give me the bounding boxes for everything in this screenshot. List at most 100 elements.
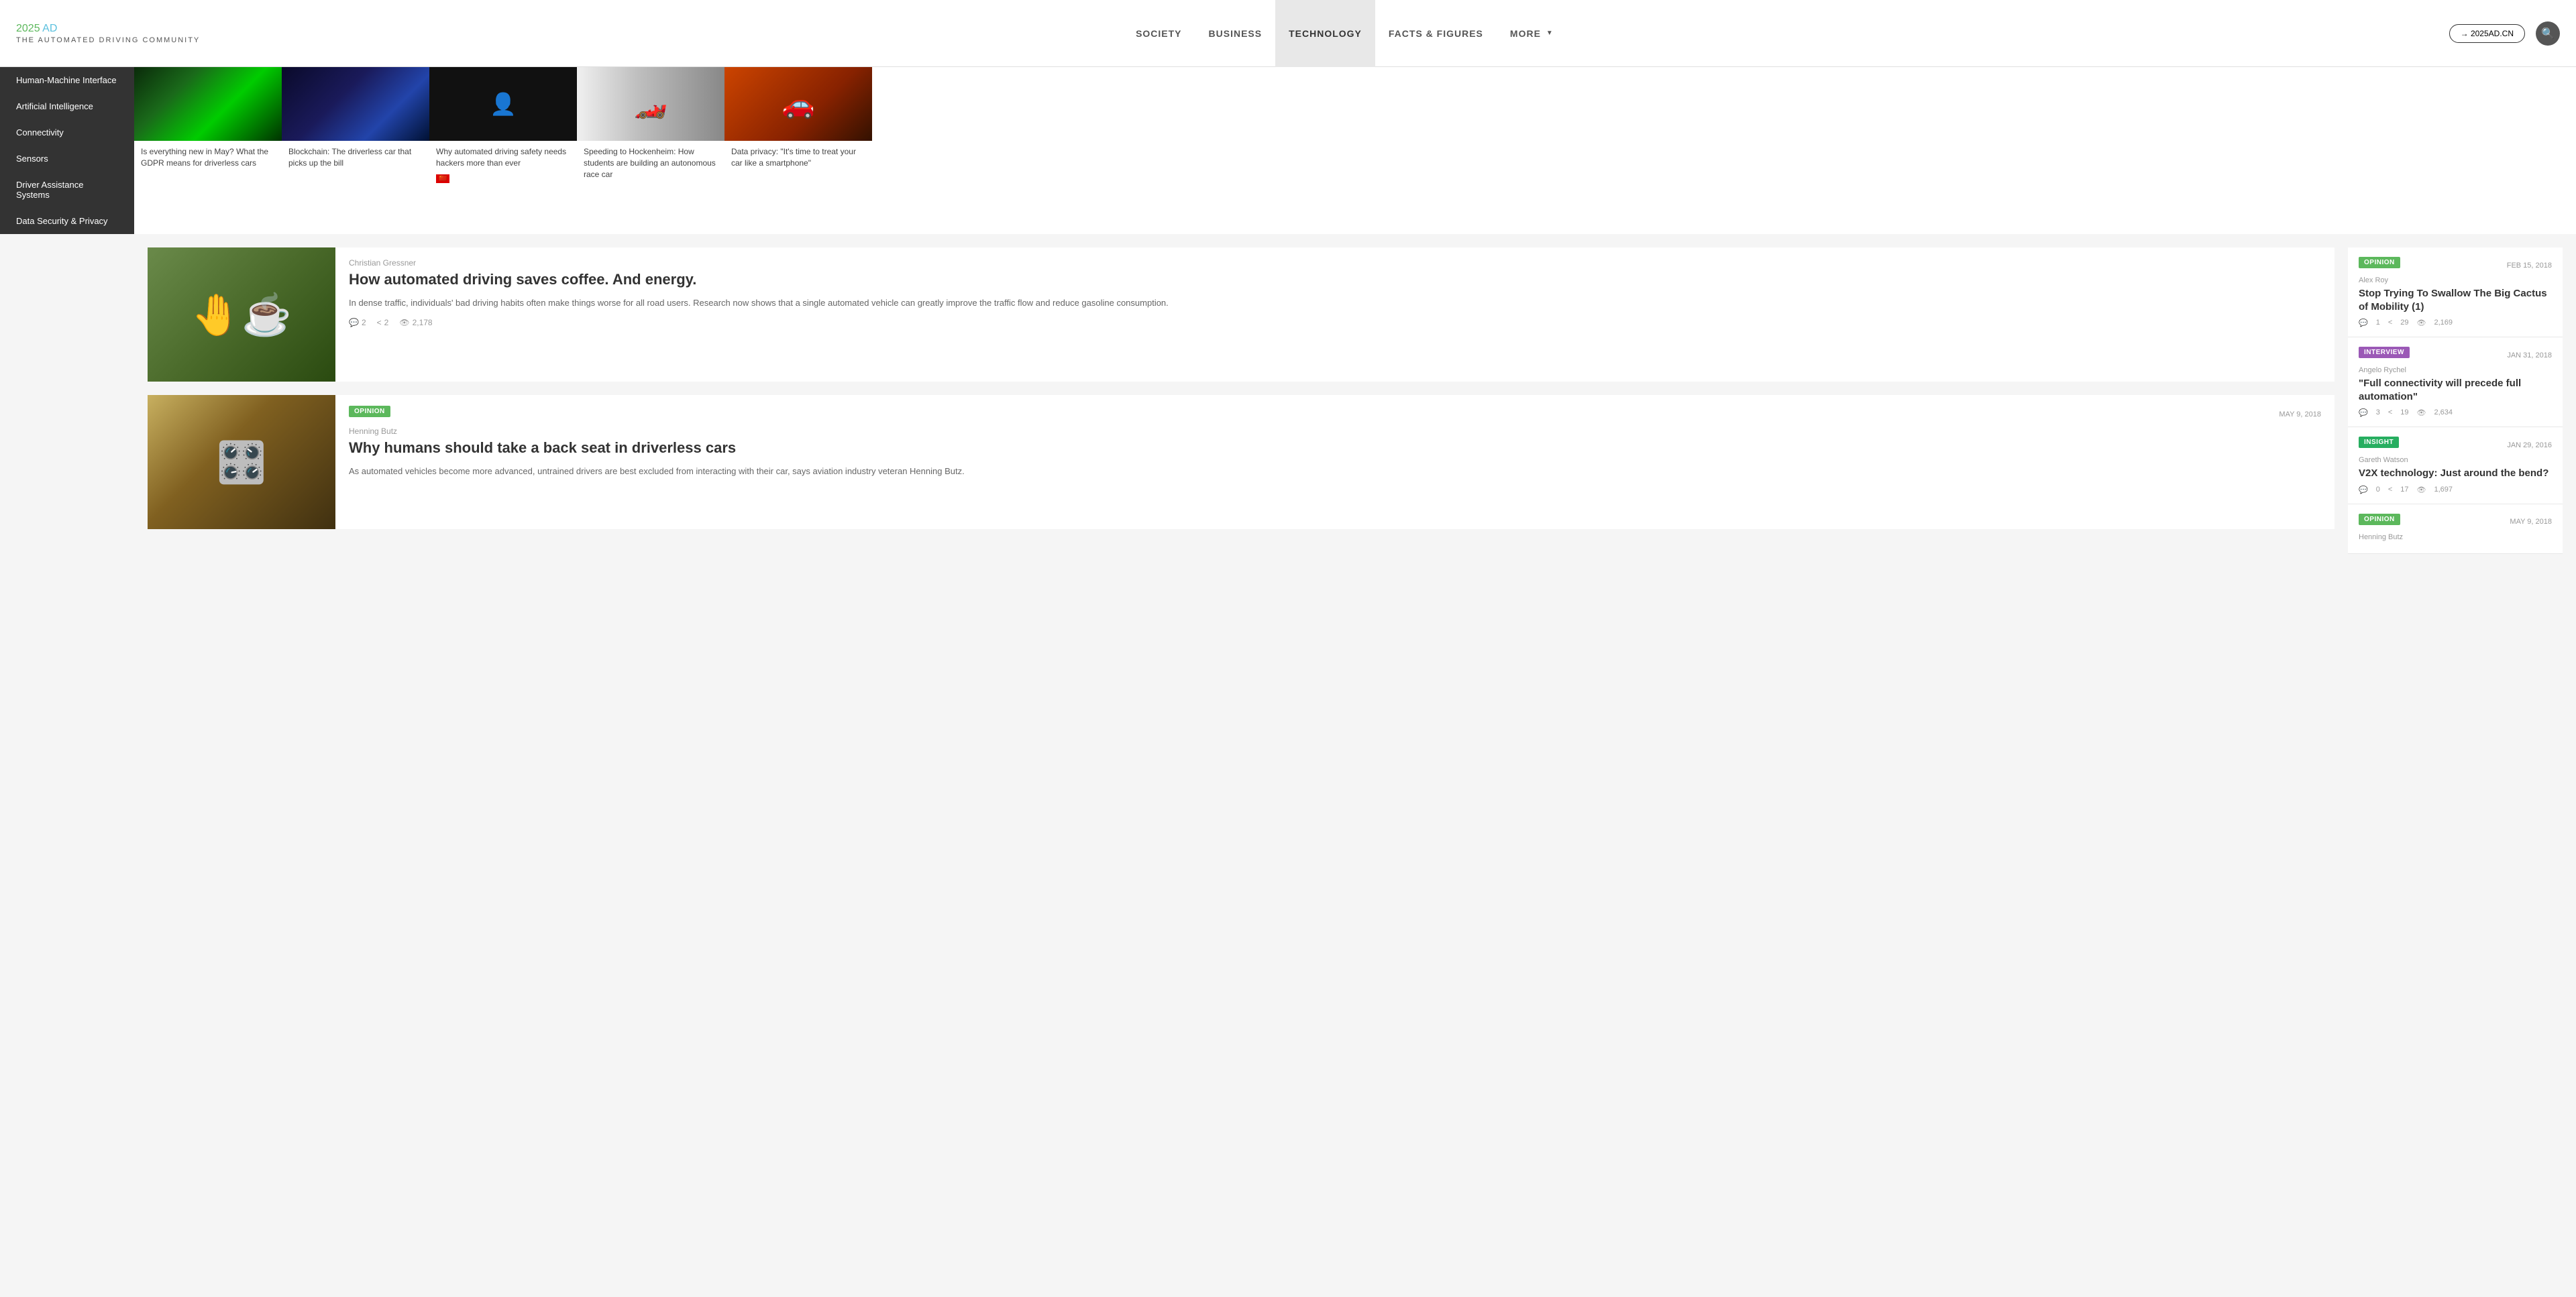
featured-card-blockchain[interactable]: Blockchain: The driverless car that pick…	[282, 67, 429, 234]
sidebar-header-butz: OPINION MAY 9, 2018	[2359, 514, 2552, 530]
comments-icon-cactus: 💬	[2359, 319, 2368, 327]
date-v2x: JAN 29, 2016	[2507, 441, 2552, 449]
nav-more[interactable]: MORE ▼	[1497, 0, 1567, 67]
author-v2x: Gareth Watson	[2359, 456, 2552, 464]
sidebar-header-connectivity: INTERVIEW JAN 31, 2018	[2359, 347, 2552, 363]
nav-business[interactable]: BUSINESS	[1195, 0, 1276, 67]
sidebar-item-hmi[interactable]: Human-Machine Interface	[0, 67, 134, 93]
article-excerpt-backseat: As automated vehicles become more advanc…	[349, 465, 2321, 479]
views-icon-v2x: 👁	[2417, 486, 2426, 494]
featured-img-hackers: 👤	[429, 67, 577, 141]
featured-card-gdpr[interactable]: Is everything new in May? What the GDPR …	[134, 67, 282, 234]
featured-img-blockchain	[282, 67, 429, 141]
article-thumb-backseat: 🎛️	[148, 395, 335, 529]
share-icon-v2x: <	[2388, 486, 2392, 494]
views-count-connectivity: 2,634	[2434, 408, 2453, 417]
sidebar-article-cactus[interactable]: OPINION FEB 15, 2018 Alex Roy Stop Tryin…	[2348, 247, 2563, 337]
featured-img-gdpr	[134, 67, 282, 141]
sidebar-article-butz[interactable]: OPINION MAY 9, 2018 Henning Butz	[2348, 504, 2563, 554]
sidebar-dropdown: Human-Machine Interface Artificial Intel…	[0, 67, 134, 234]
views-icon-connectivity: 👁	[2417, 408, 2426, 417]
featured-card-dataprivacy[interactable]: 🚗 Data privacy: "It's time to treat your…	[724, 67, 872, 234]
views-coffee: 👁 2,178	[399, 318, 432, 327]
views-icon-cactus: 👁	[2417, 319, 2426, 327]
author-connectivity: Angelo Rychel	[2359, 366, 2552, 374]
comments-count-connectivity: 3	[2376, 408, 2380, 417]
stats-connectivity: 💬 3 < 19 👁 2,634	[2359, 408, 2552, 417]
article-body-coffee: Christian Gressner How automated driving…	[335, 247, 2334, 382]
views-count-cactus: 2,169	[2434, 319, 2453, 327]
share-icon-cactus: <	[2388, 319, 2392, 327]
main-nav: SOCIETY BUSINESS TECHNOLOGY FACTS & FIGU…	[240, 0, 2449, 67]
date-cactus: FEB 15, 2018	[2507, 262, 2552, 270]
tag-cactus: OPINION	[2359, 257, 2400, 268]
share-icon-connectivity: <	[2388, 408, 2392, 417]
main-content: 🤚☕ Christian Gressner How automated driv…	[134, 234, 2576, 567]
article-list: 🤚☕ Christian Gressner How automated driv…	[148, 247, 2334, 554]
sidebar-article-connectivity[interactable]: INTERVIEW JAN 31, 2018 Angelo Rychel "Fu…	[2348, 337, 2563, 427]
tag-v2x: INSIGHT	[2359, 437, 2399, 448]
shares-count-cactus: 29	[2400, 319, 2408, 327]
sidebar-item-data-security[interactable]: Data Security & Privacy	[0, 208, 134, 234]
top-section: Human-Machine Interface Artificial Intel…	[0, 67, 2576, 234]
comment-icon: 💬	[349, 318, 359, 327]
logo-2025: 2025	[16, 23, 40, 34]
comments-count-cactus: 1	[2376, 319, 2380, 327]
article-author-coffee: Christian Gressner	[349, 258, 2321, 268]
comments-coffee: 💬 2	[349, 318, 366, 327]
search-icon: 🔍	[2541, 27, 2555, 40]
sidebar-header-cactus: OPINION FEB 15, 2018	[2359, 257, 2552, 274]
cn-link[interactable]: → 2025AD.CN	[2449, 24, 2525, 43]
date-butz: MAY 9, 2018	[2510, 518, 2552, 526]
title-cactus: Stop Trying To Swallow The Big Cactus of…	[2359, 287, 2552, 313]
title-connectivity: "Full connectivity will precede full aut…	[2359, 377, 2552, 403]
shares-count-v2x: 17	[2400, 486, 2408, 494]
nav-more-label: MORE	[1510, 28, 1541, 39]
shares-coffee: < 2	[377, 318, 389, 327]
article-title-coffee[interactable]: How automated driving saves coffee. And …	[349, 270, 2321, 290]
china-flag: 🇨🇳	[429, 174, 577, 187]
sidebar-item-driver-assistance[interactable]: Driver Assistance Systems	[0, 172, 134, 208]
logo-ad: AD	[42, 23, 57, 34]
search-button[interactable]: 🔍	[2536, 21, 2560, 46]
featured-title-hockenheim: Speeding to Hockenheim: How students are…	[577, 141, 724, 185]
header: 2025 AD THE AUTOMATED DRIVING COMMUNITY …	[0, 0, 2576, 67]
date-backseat: MAY 9, 2018	[2279, 410, 2321, 418]
featured-title-blockchain: Blockchain: The driverless car that pick…	[282, 141, 429, 174]
featured-cards-row: Is everything new in May? What the GDPR …	[134, 67, 2576, 234]
comments-icon-connectivity: 💬	[2359, 408, 2368, 417]
article-card-coffee: 🤚☕ Christian Gressner How automated driv…	[148, 247, 2334, 382]
header-right: → 2025AD.CN 🔍	[2449, 21, 2560, 46]
stats-cactus: 💬 1 < 29 👁 2,169	[2359, 319, 2552, 327]
featured-card-hockenheim[interactable]: 🏎️ Speeding to Hockenheim: How students …	[577, 67, 724, 234]
shares-count-connectivity: 19	[2400, 408, 2408, 417]
article-thumb-coffee: 🤚☕	[148, 247, 335, 382]
stats-v2x: 💬 0 < 17 👁 1,697	[2359, 486, 2552, 494]
tag-connectivity: INTERVIEW	[2359, 347, 2410, 358]
share-icon: <	[377, 318, 382, 327]
content-wrapper: 🤚☕ Christian Gressner How automated driv…	[0, 234, 2576, 567]
views-icon: 👁	[399, 318, 409, 327]
author-cactus: Alex Roy	[2359, 276, 2552, 284]
article-body-backseat: OPINION MAY 9, 2018 Henning Butz Why hum…	[335, 395, 2334, 529]
nav-facts[interactable]: FACTS & FIGURES	[1375, 0, 1497, 67]
sidebar-article-v2x[interactable]: INSIGHT JAN 29, 2016 Gareth Watson V2X t…	[2348, 427, 2563, 504]
article-title-backseat[interactable]: Why humans should take a back seat in dr…	[349, 439, 2321, 458]
date-connectivity: JAN 31, 2018	[2507, 351, 2552, 359]
article-excerpt-coffee: In dense traffic, individuals' bad drivi…	[349, 296, 2321, 311]
article-author-backseat: Henning Butz	[349, 427, 2321, 436]
sidebar-item-ai[interactable]: Artificial Intelligence	[0, 93, 134, 119]
sidebar-item-connectivity[interactable]: Connectivity	[0, 119, 134, 146]
views-count-v2x: 1,697	[2434, 486, 2453, 494]
featured-card-hackers[interactable]: 👤 Why automated driving safety needs hac…	[429, 67, 577, 234]
featured-img-hockenheim: 🏎️	[577, 67, 724, 141]
title-v2x: V2X technology: Just around the bend?	[2359, 467, 2552, 480]
logo: 2025 AD	[16, 23, 200, 35]
featured-img-dataprivacy: 🚗	[724, 67, 872, 141]
nav-technology[interactable]: TECHNOLOGY	[1275, 0, 1375, 67]
logo-area: 2025 AD THE AUTOMATED DRIVING COMMUNITY	[16, 23, 200, 44]
featured-title-hackers: Why automated driving safety needs hacke…	[429, 141, 577, 174]
comment-count: 2	[362, 318, 366, 327]
nav-society[interactable]: SOCIETY	[1122, 0, 1195, 67]
sidebar-item-sensors[interactable]: Sensors	[0, 146, 134, 172]
